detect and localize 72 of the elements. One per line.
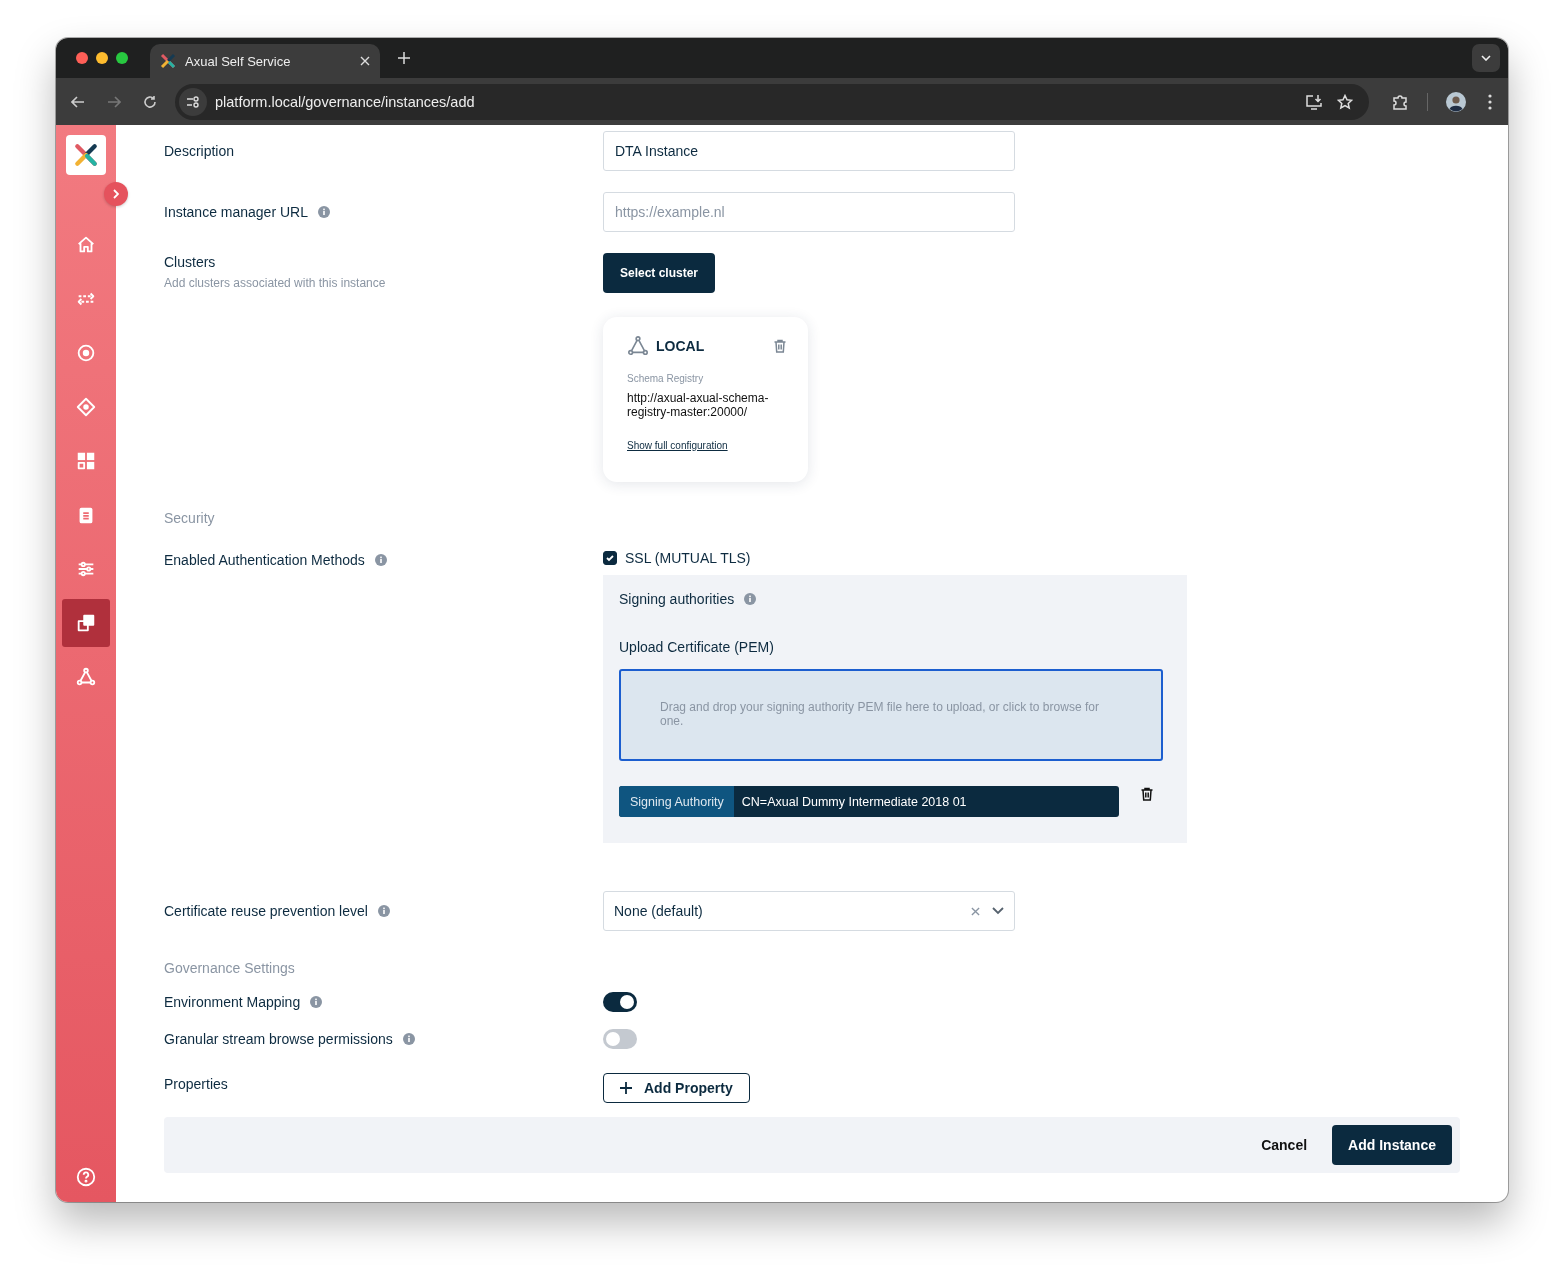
field-label: Description	[164, 143, 235, 159]
field-hint: Add clusters associated with this instance	[164, 276, 386, 290]
add-property-button[interactable]: Add Property	[603, 1073, 750, 1103]
avatar-icon[interactable]	[1446, 91, 1466, 112]
info-icon[interactable]	[310, 996, 323, 1008]
close-window-icon[interactable]	[76, 52, 88, 64]
close-icon[interactable]	[360, 56, 370, 66]
field-label: Properties	[164, 1076, 228, 1092]
add-instance-button[interactable]: Add Instance	[1332, 1125, 1452, 1165]
app-logo[interactable]	[66, 135, 106, 175]
certificate-tag: Signing Authority	[619, 786, 734, 817]
section-title: Governance Settings	[164, 960, 296, 976]
clear-icon[interactable]	[971, 906, 980, 916]
show-configuration-link[interactable]: Show full configuration	[627, 440, 728, 451]
toggle-switch[interactable]	[603, 992, 637, 1012]
new-tab-icon[interactable]	[398, 52, 410, 64]
trash-icon[interactable]	[1139, 786, 1155, 802]
url-field[interactable]: https://example.nl	[603, 192, 1015, 232]
field-label: Enabled Authentication Methods	[164, 552, 365, 568]
forward-icon[interactable]	[107, 94, 121, 109]
nav-item[interactable]	[62, 599, 110, 647]
checkbox-label: SSL (MUTUAL TLS)	[625, 550, 751, 566]
network-icon	[75, 666, 97, 688]
info-icon[interactable]	[402, 1033, 415, 1045]
chevron-down-icon	[1481, 55, 1491, 61]
expand-button[interactable]	[104, 182, 128, 206]
description-field[interactable]: DTA Instance	[603, 131, 1015, 171]
field-label: Clusters	[164, 254, 216, 270]
info-icon[interactable]	[317, 206, 330, 218]
plus-icon	[620, 1082, 632, 1094]
checkbox[interactable]	[603, 551, 617, 565]
diamond-icon	[75, 396, 97, 418]
install-app-icon[interactable]	[1305, 93, 1323, 110]
logo-icon	[160, 53, 176, 69]
reload-icon[interactable]	[143, 94, 157, 109]
registry-url: http://axual-axual-schema-registry-master:20000/	[627, 391, 770, 419]
section-title: Security	[164, 510, 216, 526]
certificate-name: CN=Axual Dummy Intermediate 2018 01	[740, 793, 968, 811]
info-icon[interactable]	[744, 593, 757, 605]
reuse-level-select[interactable]: None (default)	[603, 891, 1015, 931]
site-settings-icon[interactable]	[186, 95, 200, 108]
check-icon	[605, 553, 615, 563]
grid-icon	[75, 450, 97, 472]
back-icon[interactable]	[71, 94, 85, 109]
address-bar[interactable]: platform.local/governance/instances/add	[175, 83, 1369, 120]
puzzle-icon[interactable]	[1391, 92, 1409, 111]
browser-tab[interactable]: Axual Self Service	[150, 44, 380, 78]
network-icon	[627, 335, 649, 357]
toggle-switch[interactable]	[603, 1029, 637, 1049]
panel-title: Signing authorities	[619, 591, 735, 607]
logo-icon	[73, 142, 99, 168]
info-icon[interactable]	[374, 554, 387, 566]
cancel-button[interactable]: Cancel	[1261, 1133, 1308, 1157]
field-label: Instance manager URL	[164, 204, 308, 220]
cluster-name: LOCAL	[656, 338, 705, 354]
target-icon	[75, 342, 97, 364]
field-label: Granular stream browse permissions	[164, 1031, 393, 1047]
field-label: Environment Mapping	[164, 994, 301, 1010]
registry-label: Schema Registry	[627, 373, 704, 384]
maximize-window-icon[interactable]	[116, 52, 128, 64]
select-cluster-button[interactable]: Select cluster	[603, 253, 716, 293]
info-icon[interactable]	[377, 905, 390, 917]
minimize-window-icon[interactable]	[96, 52, 108, 64]
tab-menu-button[interactable]	[1472, 44, 1500, 72]
star-icon[interactable]	[1337, 93, 1353, 110]
help-icon[interactable]	[75, 1166, 97, 1188]
more-icon[interactable]	[1488, 93, 1492, 110]
copy-icon	[75, 612, 97, 634]
field-label: Certificate reuse prevention level	[164, 903, 368, 919]
chevron-down-icon	[992, 907, 1004, 915]
upload-label: Upload Certificate (PEM)	[619, 639, 774, 655]
chevron-right-icon	[113, 189, 119, 199]
